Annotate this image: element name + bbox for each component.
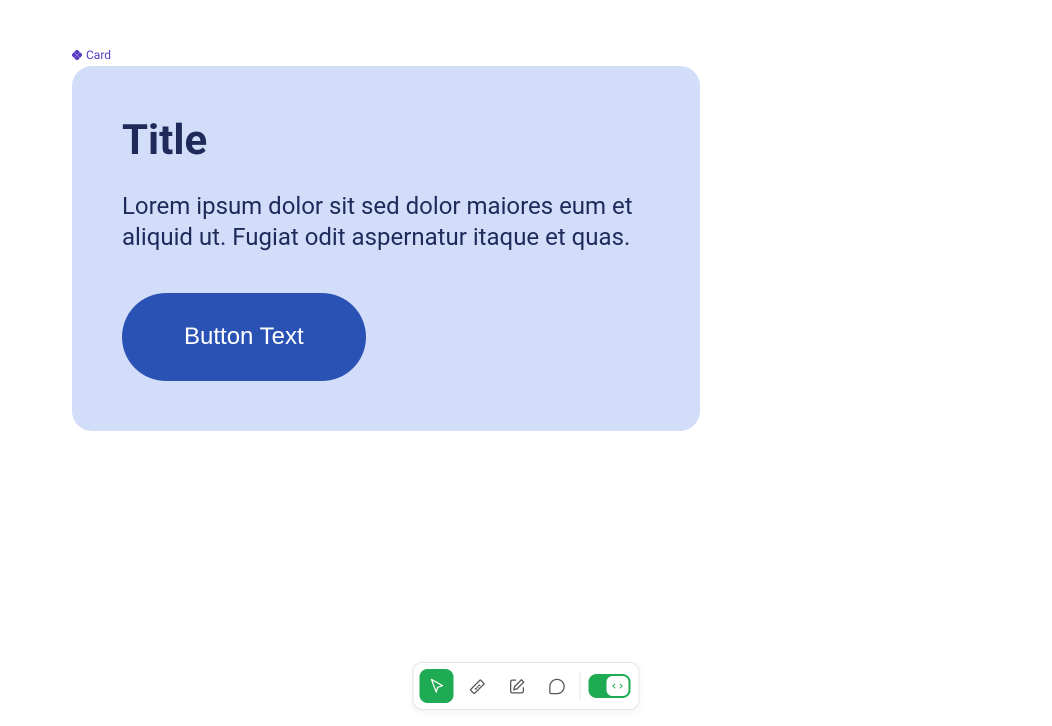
component-label[interactable]: Card xyxy=(72,48,980,62)
code-icon xyxy=(611,679,625,693)
card-body: Lorem ipsum dolor sit sed dolor maiores … xyxy=(122,191,650,253)
card-button[interactable]: Button Text xyxy=(122,293,366,381)
toolbar-divider xyxy=(580,672,581,700)
component-label-text: Card xyxy=(86,48,111,62)
measure-tool[interactable] xyxy=(460,669,494,703)
edit-tool[interactable] xyxy=(500,669,534,703)
card[interactable]: Title Lorem ipsum dolor sit sed dolor ma… xyxy=(72,66,700,431)
ruler-icon xyxy=(467,677,486,696)
chat-icon xyxy=(547,677,566,696)
component-icon xyxy=(72,50,82,60)
toggle-knob xyxy=(607,676,629,696)
toolbar xyxy=(413,662,640,710)
pencil-square-icon xyxy=(507,677,526,696)
card-title: Title xyxy=(122,116,650,165)
comment-tool[interactable] xyxy=(540,669,574,703)
dev-mode-toggle[interactable] xyxy=(589,674,631,698)
cursor-icon xyxy=(427,677,446,696)
select-tool[interactable] xyxy=(420,669,454,703)
